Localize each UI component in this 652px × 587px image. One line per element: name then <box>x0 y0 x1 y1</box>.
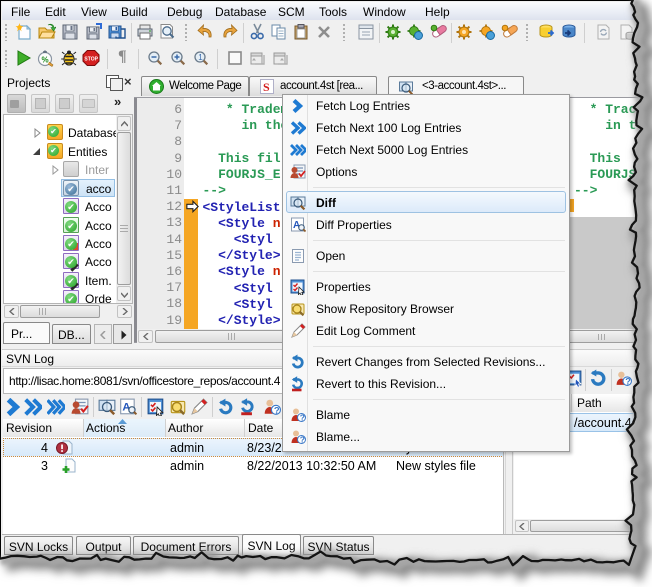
svg-text:?: ? <box>625 376 631 386</box>
svg-text:?: ? <box>300 435 305 445</box>
svg-text:%: % <box>42 56 49 65</box>
svg-text:S: S <box>263 80 270 94</box>
svg-text:?: ? <box>274 405 280 416</box>
svg-text:?: ? <box>300 413 305 423</box>
svg-text:STOP: STOP <box>84 57 98 63</box>
svg-text:1: 1 <box>198 53 203 62</box>
